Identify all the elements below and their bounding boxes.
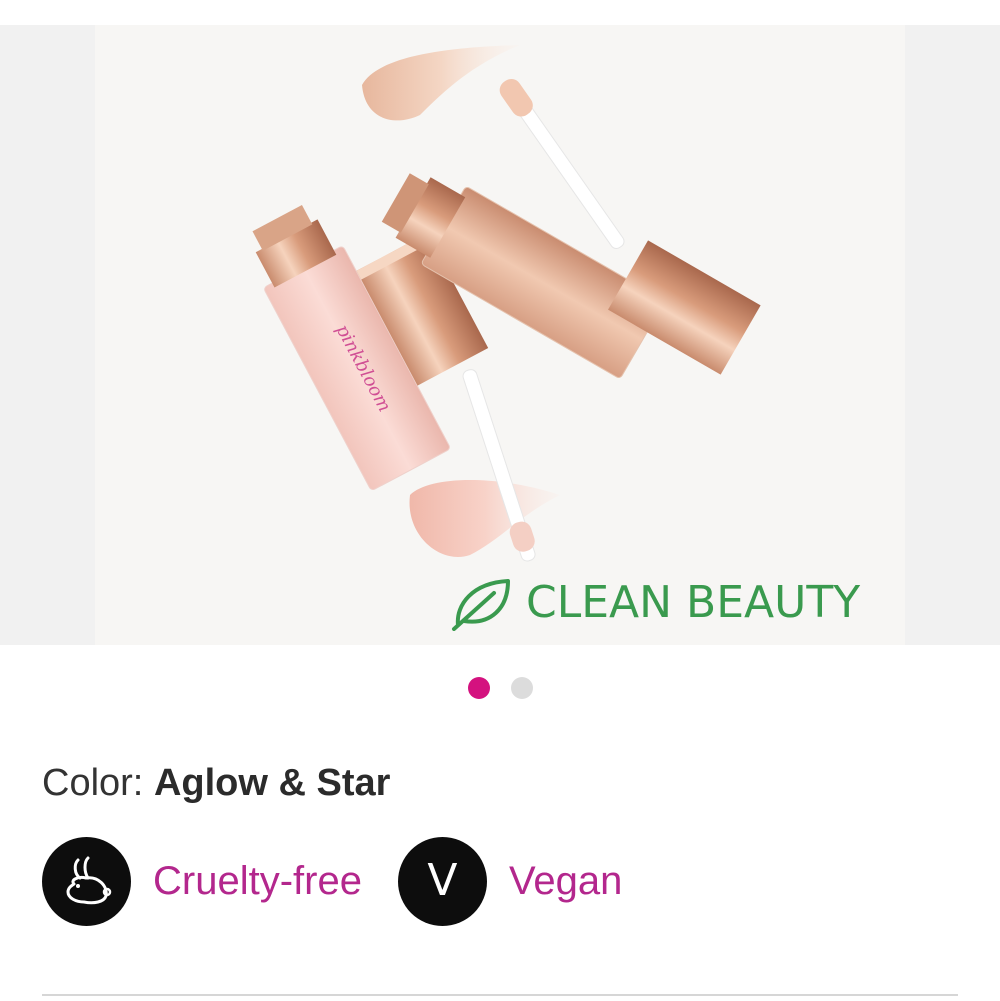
product-page: pinkbloom CLEAN BEAUTY Color: Aglow & St… bbox=[0, 0, 1000, 1001]
color-value: Aglow & Star bbox=[153, 762, 391, 804]
top-strip bbox=[0, 0, 1000, 25]
clean-beauty-badge: CLEAN BEAUTY bbox=[450, 575, 860, 631]
selected-color: Color: Aglow & Star bbox=[42, 762, 390, 805]
cruelty-free-badge: Cruelty-free bbox=[42, 836, 362, 926]
carousel-indicator bbox=[0, 676, 1000, 700]
carousel-dot-2[interactable] bbox=[510, 677, 533, 699]
vegan-letter: V bbox=[427, 855, 458, 906]
product-photo: pinkbloom bbox=[0, 25, 1000, 645]
vegan-badge: V Vegan bbox=[397, 836, 623, 926]
leaf-icon bbox=[452, 579, 510, 631]
product-image-carousel[interactable]: pinkbloom CLEAN BEAUTY bbox=[0, 25, 1000, 645]
product-attributes: Cruelty-free V Vegan bbox=[42, 836, 622, 926]
vegan-v-icon: V bbox=[397, 836, 487, 926]
carousel-dot-1[interactable] bbox=[467, 677, 490, 699]
vegan-label: Vegan bbox=[508, 858, 623, 903]
divider bbox=[42, 994, 958, 996]
cruelty-free-label: Cruelty-free bbox=[153, 858, 362, 903]
bunny-icon bbox=[42, 836, 131, 926]
clean-beauty-label: CLEAN BEAUTY bbox=[526, 577, 861, 628]
color-label: Color: bbox=[42, 762, 144, 804]
